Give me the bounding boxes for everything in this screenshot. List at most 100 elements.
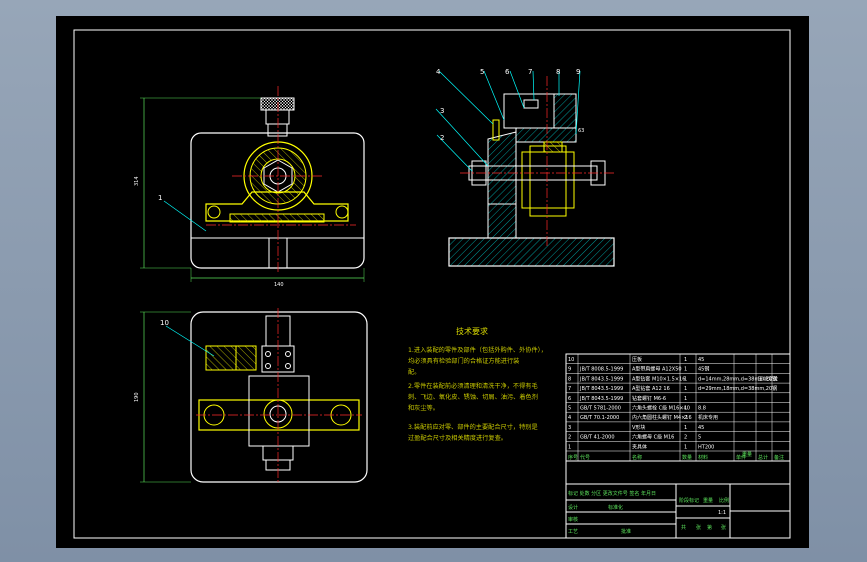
bom-header: 数量 (682, 454, 692, 461)
bom-row-qty: 1 (684, 406, 687, 412)
bom-row-qty: 1 (684, 386, 687, 392)
bom-row-qty: 2 (684, 415, 687, 421)
dim-height-front: 314 (134, 176, 140, 186)
bom-row-name: A型钻套 M10×1.5×16 (632, 375, 685, 382)
bom-header: 材料 (698, 454, 708, 461)
tb-stage-label: 阶段标记 (679, 497, 699, 504)
dim-width-front: 140 (274, 282, 284, 288)
bom-row-material: HT200 (698, 444, 714, 450)
part-label-5: 5 (480, 68, 484, 76)
bom-row-code: GB/T 5781-2000 (580, 406, 621, 412)
part-label-8: 8 (556, 68, 560, 76)
bom-row-qty: 1 (684, 396, 687, 402)
bom-row-no: 5 (568, 406, 571, 412)
title-block: 标记 处数 分区 更改文件号 签名 年月日 设计 标准化 审核 工艺 批准 阶段… (565, 460, 791, 539)
tb-scale-value: 1:1 (718, 510, 726, 516)
tech-req-line-4: 2.零件在装配前必须清理和清洗干净，不得有毛 (408, 382, 538, 390)
tb-weight-label: 重量 (703, 497, 713, 504)
bom-row-code: GB/T 41-2000 (580, 435, 615, 441)
bom-row-name: V形块 (632, 424, 645, 431)
bom-row-code: JB/T 8043.5-1999 (579, 386, 623, 392)
bom-row-qty: 1 (684, 376, 687, 382)
tech-req-line-8: 过盈配合尺寸及相关精度进行复查。 (408, 434, 507, 442)
drawing-sheet: 314 140 1 2 3 4 5 6 7 8 9 63 190 10 技术要求… (56, 16, 809, 548)
bom-row-name: 钻套螺钉 M6-6 (632, 395, 666, 402)
bom-row-code: JB/T 8043.5-1999 (579, 396, 623, 402)
bom-row-name: 六角头螺栓 C级 M16×40 (632, 405, 690, 412)
tb-review: 审核 (568, 516, 578, 523)
bom-row-no: 1 (568, 444, 571, 450)
bom-row-name: 内六角圆柱头螺钉 M4×16 (632, 414, 692, 421)
bom-row-qty: 1 (684, 357, 687, 363)
part-label-4: 4 (436, 68, 441, 76)
bom-row-no: 2 (568, 435, 571, 441)
technical-requirements: 技术要求 1.进入装配的零件及部件（包括外购件、外协件）， 均必须具有检验部门的… (408, 326, 547, 442)
tb-sheet-total-unit: 张 (696, 524, 701, 531)
bom-row-name: A型钻套 A12 16 (632, 385, 670, 392)
tb-approve: 批准 (621, 528, 631, 535)
side-section-view: 2 3 4 5 6 7 8 9 63 (435, 68, 616, 267)
bom-row-qty: 1 (684, 425, 687, 431)
bom-header: 序号 (568, 454, 578, 461)
dim-small: 63 (578, 128, 584, 134)
tech-req-line-3: 配。 (408, 369, 420, 376)
bom-row-name: 六角螺母 C级 M16 (632, 434, 674, 441)
bom-header: 代号 (580, 454, 590, 461)
bom-row-material: 45 (698, 357, 704, 363)
tech-req-line-2: 均必须具有检验部门的合格证方能进行装 (408, 357, 519, 365)
tech-req-line-7: 3.装配前应对零、部件的主要配合尺寸，特别是 (408, 423, 538, 431)
top-view: 190 10 (134, 308, 368, 484)
bom-row-no: 8 (568, 376, 571, 382)
part-label-2: 2 (440, 134, 444, 142)
bom-row-no: 9 (568, 367, 571, 373)
tb-scale-label: 比例 (719, 497, 729, 504)
bom-header: 总计 (758, 454, 768, 461)
bom-row-material: 45钢 (698, 366, 709, 373)
tb-sheet-no: 第 (707, 524, 712, 531)
part-label-9: 9 (576, 68, 580, 76)
part-label-3: 3 (440, 107, 444, 115)
bom-row-material: d=29mm,18mm,d=38mm,20钢 (698, 385, 777, 392)
bill-of-materials: 10 压板 1 459 JB/T 8008.5-1999 A型带肩螺母 A12X50 1 45… (565, 353, 791, 462)
bom-row-no: 10 (568, 357, 574, 363)
bom-row-qty: 2 (684, 435, 687, 441)
tb-revision-row: 标记 处数 分区 更改文件号 签名 年月日 (568, 490, 656, 497)
tb-sheet-total: 共 (681, 524, 686, 531)
sheet-border (73, 29, 791, 539)
part-label-7: 7 (528, 68, 532, 76)
tech-req-line-5: 刺、飞边、氧化皮、锈蚀、切屑、油污、着色剂 (408, 393, 538, 401)
bom-header: 备注 (774, 454, 784, 461)
bom-row-note: 压块定位 (758, 375, 778, 382)
part-label-1: 1 (158, 194, 162, 202)
front-view: 314 140 1 (134, 86, 365, 288)
bom-row-name: A型带肩螺母 A12X50 (632, 366, 682, 373)
part-label-6: 6 (505, 68, 510, 76)
bom-row-no: 7 (568, 386, 571, 392)
tech-req-line-1: 1.进入装配的零件及部件（包括外购件、外协件）， (408, 346, 547, 354)
bom-row-material: 8.8 (698, 406, 706, 412)
bom-row-no: 3 (568, 425, 571, 431)
bom-row-no: 4 (568, 415, 571, 421)
bom-row-no: 6 (568, 396, 571, 402)
bom-row-qty: 1 (684, 367, 687, 373)
bom-row-code: JB/T 8043.5-1999 (579, 376, 623, 382)
bom-row-material: 机床专用 (698, 414, 718, 421)
dim-height-top: 190 (134, 392, 140, 402)
bom-row-qty: 1 (684, 444, 687, 450)
tb-process: 工艺 (568, 529, 578, 535)
bom-row-code: GB/T 70.1-2000 (580, 415, 619, 421)
bom-row-name: 夹具体 (632, 443, 647, 450)
bom-row-material: 45 (698, 425, 704, 431)
bom-row-material: 5 (698, 435, 701, 441)
tech-req-line-6: 和灰尘等。 (408, 404, 439, 412)
tb-sheet-no-unit: 张 (721, 524, 726, 531)
bom-row-name: 压板 (632, 356, 642, 363)
bom-header: 名称 (632, 454, 642, 461)
bom-weight-header: 重量 (742, 451, 752, 458)
tb-design: 设计 (568, 504, 578, 511)
cad-drawing: 314 140 1 2 3 4 5 6 7 8 9 63 190 10 技术要求… (73, 29, 791, 539)
bom-row-code: JB/T 8008.5-1999 (579, 367, 623, 373)
part-label-10: 10 (160, 319, 169, 327)
tb-standard: 标准化 (608, 504, 623, 511)
tech-req-title: 技术要求 (456, 326, 488, 336)
